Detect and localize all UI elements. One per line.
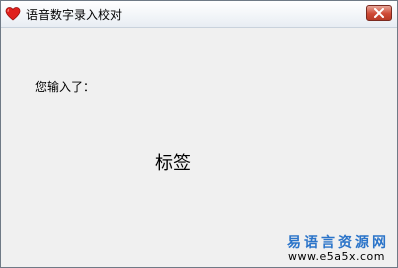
close-button[interactable] — [366, 5, 392, 21]
window-title: 语音数字录入校对 — [26, 8, 123, 22]
input-label: 您输入了： — [35, 80, 96, 94]
title-bar[interactable]: 语音数字录入校对 — [1, 1, 397, 28]
result-label: 标签 — [155, 153, 191, 174]
watermark-title: 易语言资源网 — [287, 235, 389, 251]
heart-icon — [5, 6, 21, 22]
app-window: 语音数字录入校对 您输入了： 标签 易语言资源网 www.e5a5x.com — [0, 0, 398, 268]
close-icon — [373, 8, 385, 18]
client-area: 您输入了： 标签 易语言资源网 www.e5a5x.com — [1, 28, 397, 267]
watermark-url: www.e5a5x.com — [288, 250, 385, 263]
